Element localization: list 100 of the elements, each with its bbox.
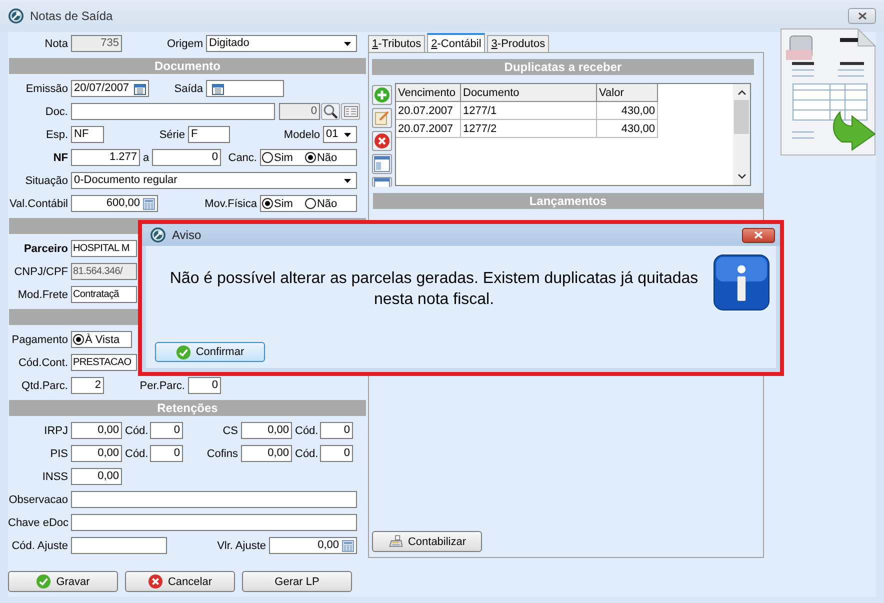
scrollbar[interactable] xyxy=(733,84,750,185)
field-label: Pagamento xyxy=(10,334,69,346)
close-button[interactable] xyxy=(848,8,876,24)
dropdown[interactable]: 0-Documento regular xyxy=(71,172,357,189)
caret-icon xyxy=(344,132,351,136)
tab[interactable]: 3-Produtos xyxy=(487,35,550,52)
section-header: Lançamentos xyxy=(373,193,763,209)
number-field[interactable]: 0 xyxy=(150,422,183,439)
close-icon xyxy=(858,12,866,20)
field-label: Modelo xyxy=(282,128,321,140)
text-field[interactable] xyxy=(71,537,167,554)
number-field[interactable]: 0 xyxy=(320,445,353,462)
text-field[interactable]: 81.564.346/ xyxy=(71,263,137,280)
radio-label: Não xyxy=(316,152,338,164)
column-header[interactable]: Documento xyxy=(460,84,596,102)
number-field[interactable]: 600,00 xyxy=(71,195,158,212)
confirm-button[interactable]: Confirmar xyxy=(155,342,265,362)
field-label: Saída xyxy=(173,82,204,94)
delete-button[interactable] xyxy=(372,131,392,151)
field-label: Origem xyxy=(166,38,204,50)
dropdown[interactable]: 01 xyxy=(323,126,357,143)
number-field[interactable]: 0,00 xyxy=(71,422,122,439)
field-label: IRPJ xyxy=(43,424,69,436)
text-field[interactable]: NF xyxy=(71,126,104,143)
field-label: Per.Parc. xyxy=(138,380,186,392)
caret-icon xyxy=(344,42,351,46)
field-label: Chave eDoc xyxy=(8,516,70,528)
field-label: Cód. xyxy=(124,424,150,436)
action-button[interactable]: Gerar LP xyxy=(242,571,352,592)
number-field[interactable]: 0,00 xyxy=(71,445,122,462)
number-field[interactable]: 2 xyxy=(71,377,104,394)
action-button[interactable]: Contabilizar xyxy=(372,531,482,552)
dropdown[interactable]: Digitado xyxy=(206,35,357,52)
list-icon xyxy=(344,106,358,117)
field-label: INSS xyxy=(41,470,69,482)
text-field[interactable] xyxy=(71,491,357,508)
field-label: a xyxy=(142,152,150,164)
grid-button[interactable] xyxy=(372,177,392,187)
field-label: Nota xyxy=(44,38,69,50)
save-button[interactable]: Gravar xyxy=(8,571,118,592)
search-button[interactable] xyxy=(321,103,340,120)
field-label: Cód. xyxy=(124,448,150,460)
window-icon xyxy=(374,156,390,172)
table-cell: 1277/2 xyxy=(460,120,596,138)
text-field[interactable]: HOSPITAL M xyxy=(71,240,137,257)
text-field[interactable]: PRESTACAO xyxy=(71,354,137,371)
section-header: Documento xyxy=(9,58,366,74)
number-field[interactable]: 0,00 xyxy=(241,422,292,439)
add-button[interactable] xyxy=(372,85,392,105)
close-button[interactable] xyxy=(742,228,775,242)
dialog-title: Aviso xyxy=(172,228,202,242)
calculator-icon xyxy=(342,540,354,552)
radio-label: Não xyxy=(316,198,338,210)
field-label: CNPJ/CPF xyxy=(13,266,69,278)
text-field[interactable]: F xyxy=(188,126,230,143)
field-label: Esp. xyxy=(44,128,69,140)
edit-icon xyxy=(374,110,390,126)
radio-button[interactable] xyxy=(262,152,273,163)
app-icon xyxy=(150,227,166,243)
number-field[interactable]: 0,00 xyxy=(71,468,122,485)
table-cell: 430,00 xyxy=(596,102,658,120)
radio-button[interactable] xyxy=(304,198,316,209)
text-field[interactable]: 735 xyxy=(71,35,122,52)
radio-label: À Vista xyxy=(85,334,120,346)
tab[interactable]: 2-Contábil xyxy=(427,33,486,52)
number-field[interactable]: 0 xyxy=(150,445,183,462)
radio-button[interactable] xyxy=(304,152,316,163)
section-header: Duplicatas a receber xyxy=(372,59,754,75)
column-header[interactable]: Valor xyxy=(596,84,658,102)
number-field[interactable]: 0,00 xyxy=(269,537,357,554)
number-field[interactable]: 0 xyxy=(279,103,320,120)
cash-register-icon xyxy=(388,534,403,549)
field-label: Observacao xyxy=(8,494,69,506)
field-label: Qtd.Parc. xyxy=(20,380,69,392)
grid-button[interactable] xyxy=(372,154,392,174)
radio-button[interactable] xyxy=(262,198,273,209)
radio-label: Sim xyxy=(274,198,293,210)
field-label: Mov.Física xyxy=(204,198,258,210)
text-field[interactable] xyxy=(71,514,357,531)
tab[interactable]: 1-Tributos xyxy=(368,35,426,52)
date-field[interactable]: 20/07/2007 xyxy=(71,80,149,97)
section-header: Retenções xyxy=(9,400,366,416)
text-field[interactable] xyxy=(71,103,275,120)
field-label: Cód. xyxy=(294,424,320,436)
search-icon xyxy=(322,104,338,119)
dropdown[interactable]: Contrataçã xyxy=(71,286,137,303)
number-field[interactable]: 0 xyxy=(152,149,221,166)
number-field[interactable]: 0,00 xyxy=(241,445,292,462)
number-field[interactable]: 0 xyxy=(188,377,221,394)
date-field[interactable] xyxy=(206,80,284,97)
column-header[interactable]: Vencimento xyxy=(396,84,460,102)
field-label: Mod.Frete xyxy=(16,288,69,300)
number-field[interactable]: 0 xyxy=(320,422,353,439)
radio-button[interactable] xyxy=(73,334,84,345)
calendar-icon xyxy=(212,82,224,94)
field-label: Cofins xyxy=(206,448,239,460)
edit-button[interactable] xyxy=(372,108,392,128)
cancel-button[interactable]: Cancelar xyxy=(125,571,235,592)
number-field[interactable]: 1.277 xyxy=(71,149,140,166)
table-cell: 20.07.2007 xyxy=(396,120,460,138)
